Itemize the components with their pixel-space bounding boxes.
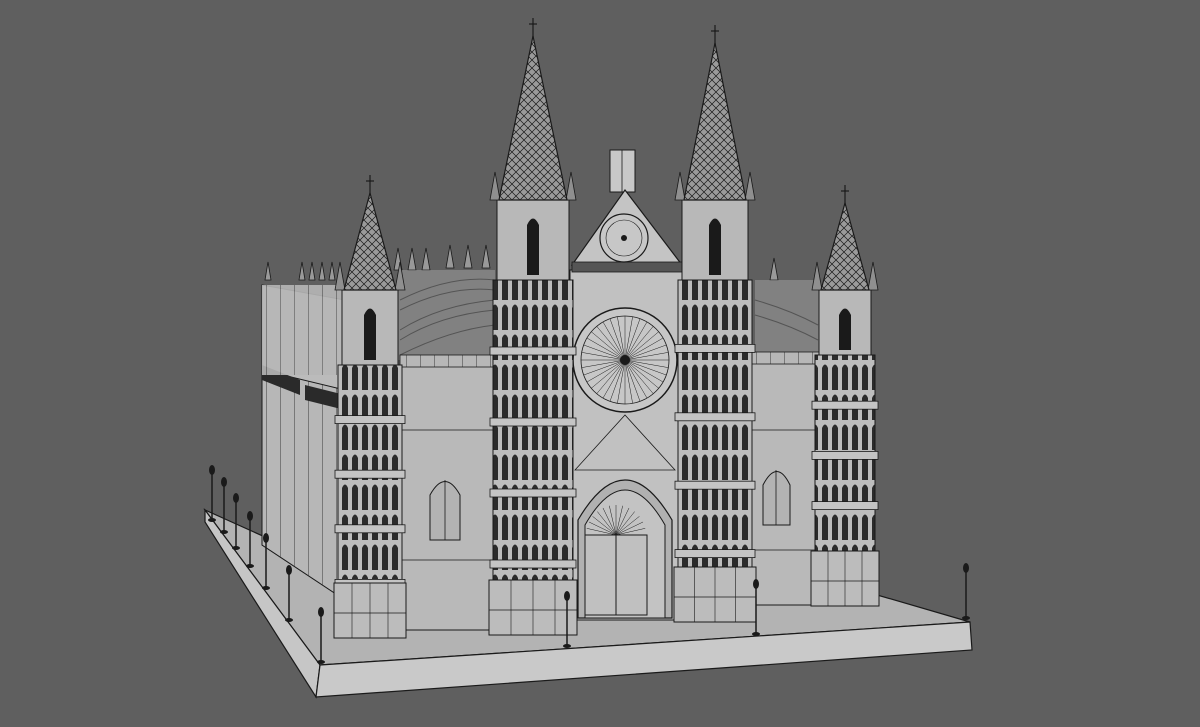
tower-far-left bbox=[333, 175, 407, 639]
tower-center-left bbox=[488, 18, 578, 636]
cathedral-render bbox=[203, 18, 973, 699]
tower-far-right bbox=[810, 185, 880, 607]
central-gable bbox=[570, 149, 684, 273]
rose-window bbox=[572, 307, 678, 413]
3d-viewport[interactable] bbox=[0, 0, 1200, 727]
lamp-post bbox=[962, 563, 970, 620]
tower-center-right bbox=[673, 25, 757, 623]
